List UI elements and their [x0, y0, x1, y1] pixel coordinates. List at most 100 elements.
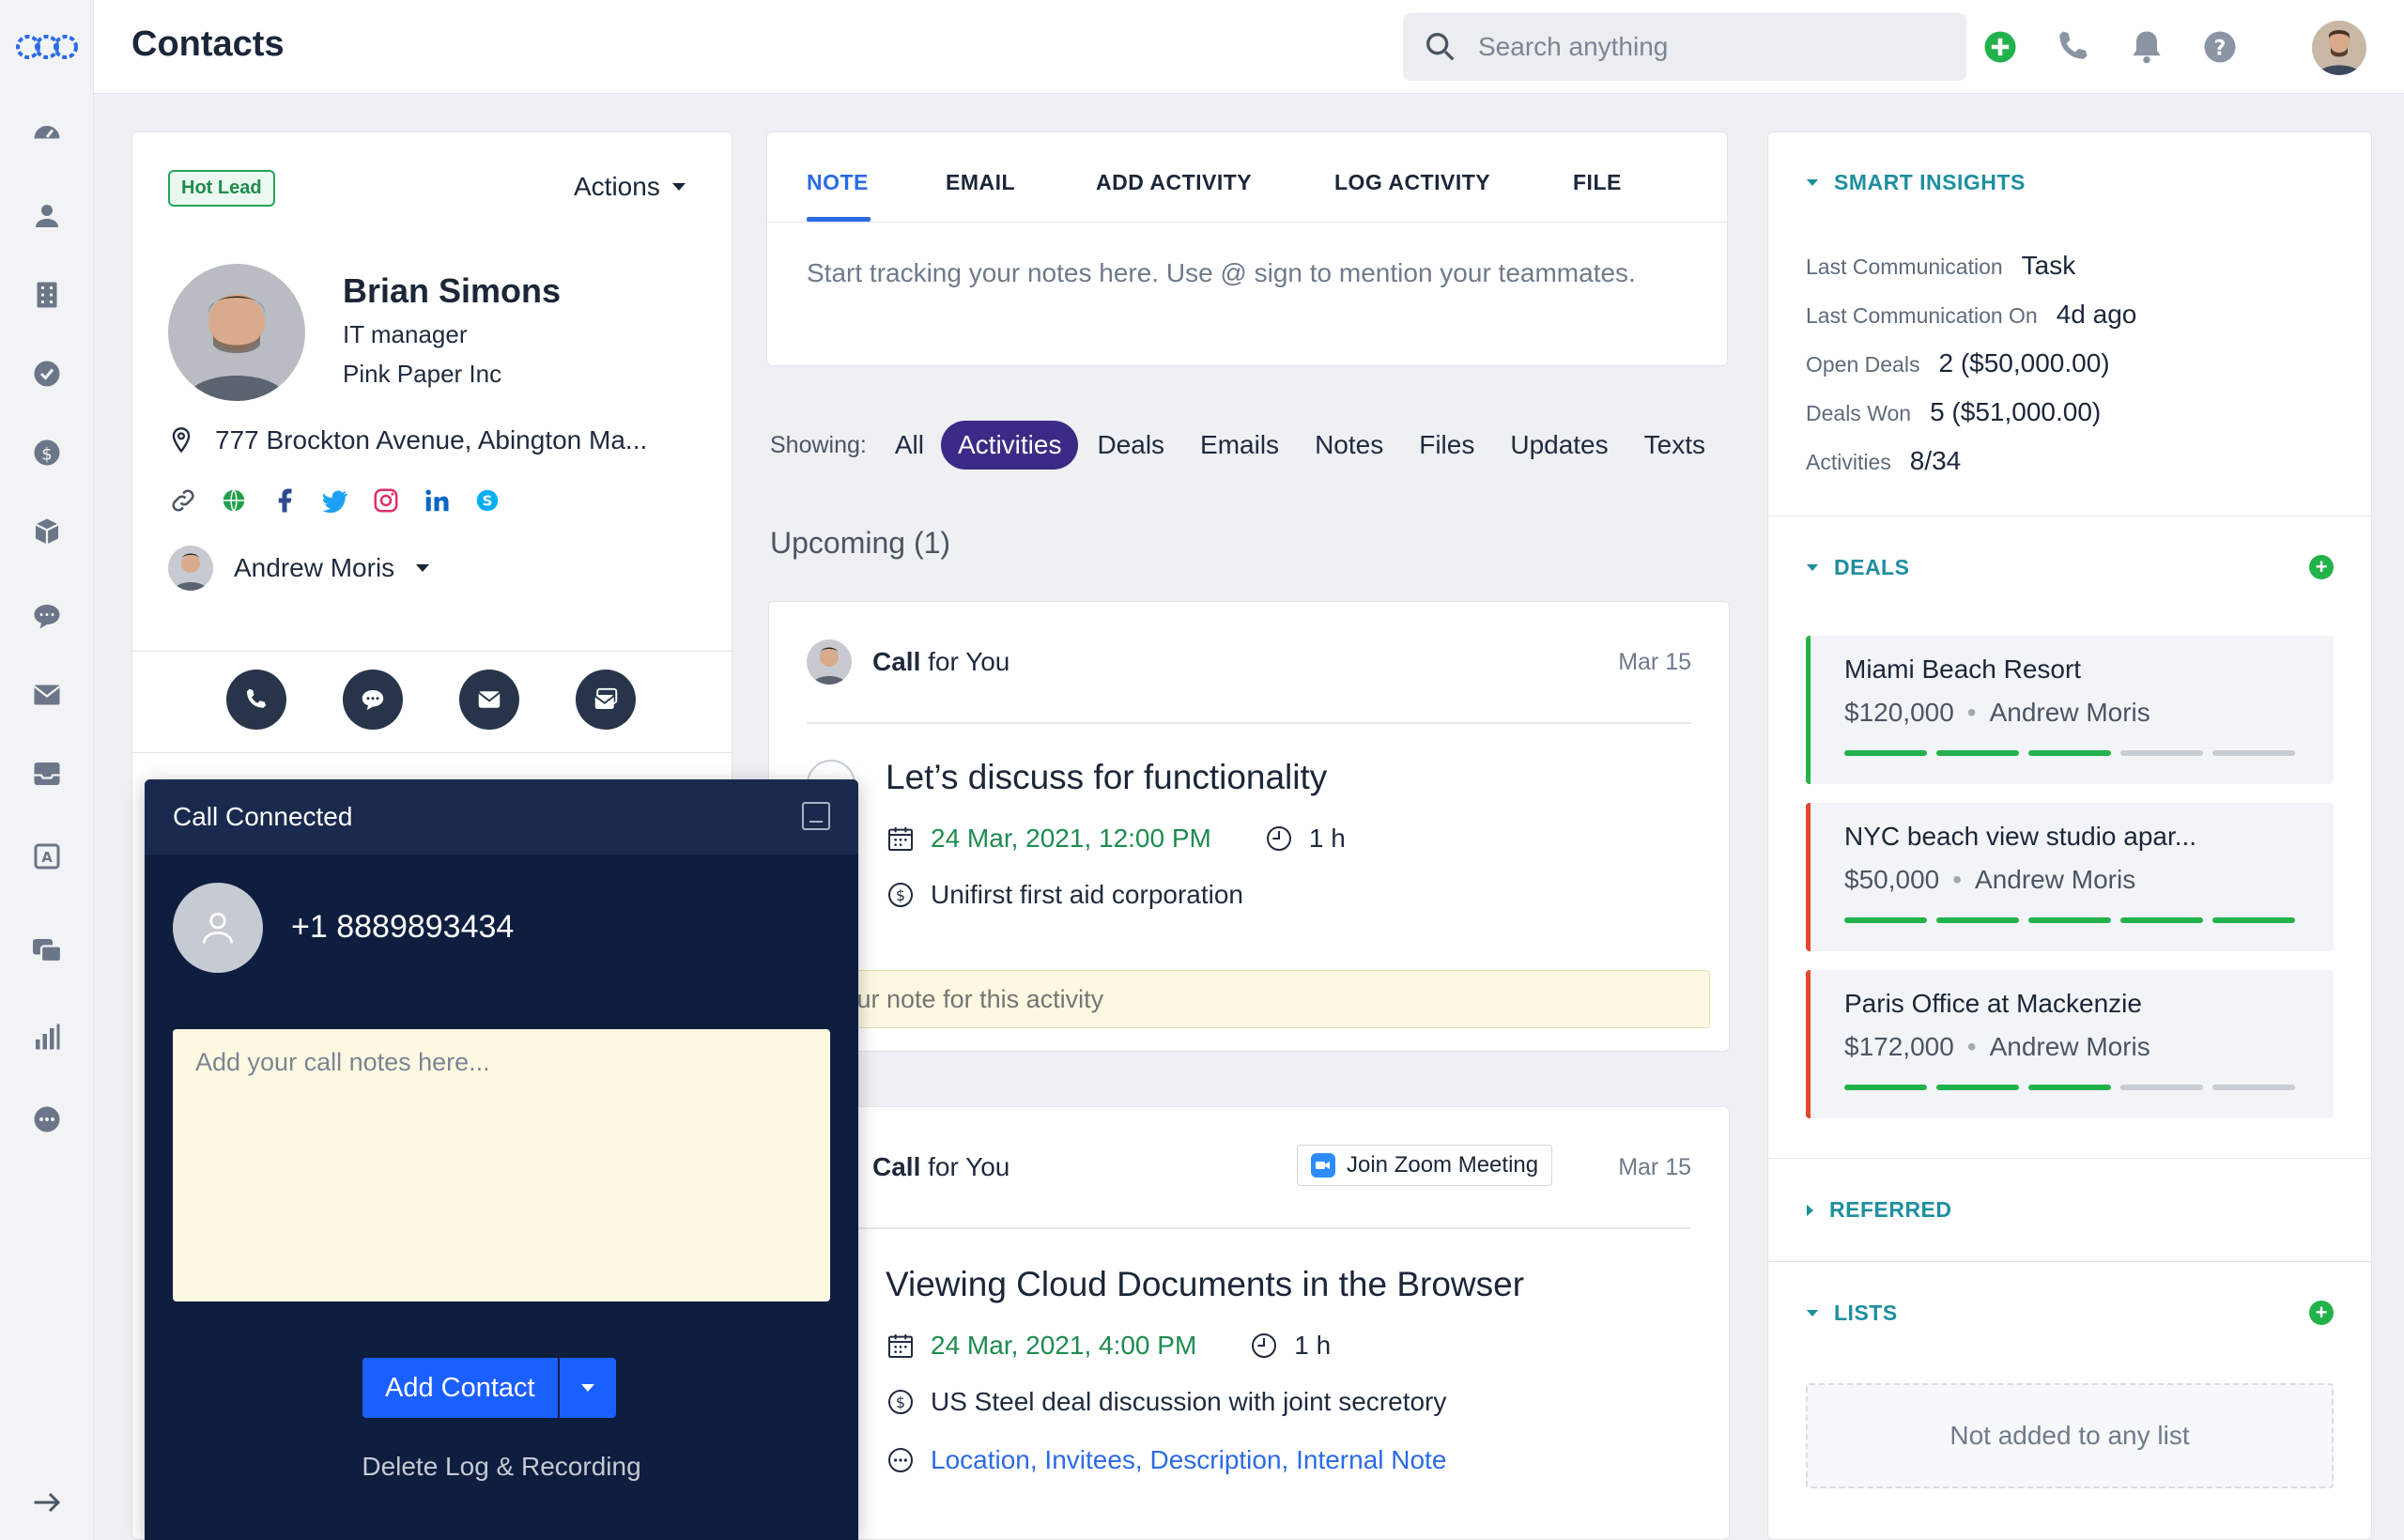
add-new-icon[interactable] — [1980, 26, 2021, 68]
section-title: REFERRED — [1829, 1197, 1952, 1222]
svg-text:A: A — [41, 849, 53, 866]
activity-deal: $ Unifirst first aid corporation — [886, 880, 1243, 910]
chat-button[interactable] — [343, 670, 403, 730]
referred-section-toggle[interactable]: REFERRED — [1806, 1197, 1952, 1223]
phone-icon[interactable] — [2053, 26, 2094, 68]
add-contact-dropdown[interactable] — [557, 1358, 616, 1418]
deal-card[interactable]: NYC beach view studio apar... $50,000 • An… — [1806, 803, 2334, 951]
notifications-bell-icon[interactable] — [2126, 26, 2167, 68]
delete-log-recording-link[interactable]: Delete Log & Recording — [145, 1452, 858, 1482]
linkedin-icon[interactable] — [422, 485, 452, 516]
tasks-icon[interactable] — [28, 355, 66, 393]
activity-note-input[interactable] — [807, 970, 1710, 1028]
location-pin-icon — [172, 427, 191, 454]
contact-job-title: IT manager — [343, 320, 468, 348]
filter-files[interactable]: Files — [1419, 421, 1474, 470]
contact-name: Brian Simons — [343, 271, 562, 310]
insight-open-deals: Open Deals 2 ($50,000.00) — [1806, 348, 2110, 378]
note-editor[interactable]: Start tracking your notes here. Use @ si… — [807, 258, 1636, 288]
messages-icon[interactable] — [28, 932, 66, 969]
activity-schedule: 24 Mar, 2021, 12:00 PM 1 h — [886, 824, 1346, 854]
right-sidebar: SMART INSIGHTS Last Communication Task L… — [1767, 131, 2372, 1540]
instagram-icon[interactable] — [371, 485, 401, 516]
tab-note[interactable]: NOTE — [807, 170, 869, 195]
add-contact-split-button: Add Contact — [362, 1358, 616, 1418]
facebook-icon[interactable] — [270, 485, 300, 516]
activity-title[interactable]: Let’s discuss for functionality — [886, 758, 1327, 797]
twitter-icon[interactable] — [320, 485, 350, 516]
deal-name[interactable]: US Steel deal discussion with joint secr… — [931, 1387, 1446, 1417]
deals-icon[interactable]: $ — [28, 434, 66, 471]
globe-icon[interactable] — [219, 485, 249, 516]
svg-text:$: $ — [896, 886, 905, 904]
insight-activities: Activities 8/34 — [1806, 446, 1961, 476]
filter-emails[interactable]: Emails — [1200, 421, 1279, 470]
help-icon[interactable]: ? — [2199, 26, 2241, 68]
tab-email[interactable]: EMAIL — [946, 170, 1015, 195]
user-avatar[interactable] — [2312, 21, 2366, 75]
insight-value: 4d ago — [2056, 300, 2137, 329]
tab-file[interactable]: FILE — [1573, 170, 1622, 195]
more-dots-icon — [888, 1448, 913, 1472]
dashboard-icon[interactable] — [28, 113, 66, 150]
reports-icon[interactable] — [28, 1018, 66, 1055]
activity-composer: NOTE EMAIL ADD ACTIVITY LOG ACTIVITY FIL… — [766, 131, 1728, 366]
automation-icon[interactable]: A — [28, 838, 66, 875]
add-deal-icon[interactable]: + — [2309, 555, 2334, 579]
skype-icon[interactable]: S — [472, 485, 502, 516]
deals-section-toggle[interactable]: DEALS — [1806, 555, 1909, 580]
tab-log-activity[interactable]: LOG ACTIVITY — [1334, 170, 1490, 195]
email-button[interactable] — [459, 670, 519, 730]
minimize-icon[interactable] — [802, 802, 830, 830]
bulk-email-button[interactable] — [576, 670, 636, 730]
chat-icon[interactable] — [28, 597, 66, 635]
filter-notes[interactable]: Notes — [1315, 421, 1383, 470]
search-input[interactable] — [1478, 32, 1948, 62]
accounts-icon[interactable] — [28, 276, 66, 314]
activity-type: Call for You — [872, 647, 1010, 676]
deal-card[interactable]: Paris Office at Mackenzie $172,000 • Andre… — [1806, 970, 2334, 1118]
lists-section-toggle[interactable]: LISTS — [1806, 1301, 1898, 1326]
activity-duration: 1 h — [1308, 824, 1346, 853]
contacts-icon[interactable] — [28, 197, 66, 235]
actions-dropdown[interactable]: Actions — [574, 172, 686, 202]
filter-all[interactable]: All — [895, 421, 924, 470]
deal-meta: $120,000 • Andrew Moris — [1844, 698, 2150, 727]
lead-status-badge[interactable]: Hot Lead — [168, 170, 275, 207]
filter-updates[interactable]: Updates — [1510, 421, 1608, 470]
insight-last-communication: Last Communication Task — [1806, 251, 2075, 281]
filter-activities[interactable]: Activities — [940, 421, 1079, 470]
more-details-link[interactable]: Location, Invitees, Description, Interna… — [931, 1445, 1446, 1475]
deal-card[interactable]: Miami Beach Resort $120,000 • Andrew Moris — [1806, 636, 2334, 784]
tab-add-activity[interactable]: ADD ACTIVITY — [1096, 170, 1252, 195]
call-button[interactable] — [226, 670, 286, 730]
products-icon[interactable] — [28, 513, 66, 550]
mail-icon[interactable] — [28, 676, 66, 714]
filter-deals[interactable]: Deals — [1097, 421, 1164, 470]
calendar-icon — [888, 827, 913, 851]
link-icon[interactable] — [168, 485, 198, 516]
contact-owner-selector[interactable]: Andrew Moris — [168, 546, 430, 591]
deal-owner: Andrew Moris — [1975, 865, 2136, 894]
quick-actions — [226, 670, 636, 730]
expand-arrow-icon[interactable] — [28, 1484, 66, 1521]
activity-title[interactable]: Viewing Cloud Documents in the Browser — [886, 1265, 1524, 1304]
global-search[interactable] — [1403, 13, 1966, 81]
inbox-icon[interactable] — [28, 755, 66, 793]
deal-name[interactable]: Unifirst first aid corporation — [931, 880, 1243, 910]
more-icon[interactable] — [28, 1101, 66, 1138]
contact-company[interactable]: Pink Paper Inc — [343, 360, 501, 389]
app-logo[interactable] — [13, 26, 81, 68]
zoom-video-icon — [1311, 1153, 1335, 1178]
insight-value: 8/34 — [1909, 446, 1962, 475]
smart-insights-toggle[interactable]: SMART INSIGHTS — [1806, 170, 2026, 195]
call-notes-input[interactable] — [173, 1029, 830, 1301]
add-to-list-icon[interactable]: + — [2309, 1301, 2334, 1325]
zoom-label: Join Zoom Meeting — [1347, 1152, 1539, 1178]
owner-avatar — [168, 546, 213, 591]
filter-texts[interactable]: Texts — [1644, 421, 1705, 470]
left-nav-rail: $ A — [0, 0, 94, 1540]
add-contact-button[interactable]: Add Contact — [362, 1358, 558, 1418]
join-zoom-button[interactable]: Join Zoom Meeting — [1297, 1145, 1553, 1186]
deal-amount: $172,000 — [1844, 1032, 1954, 1061]
